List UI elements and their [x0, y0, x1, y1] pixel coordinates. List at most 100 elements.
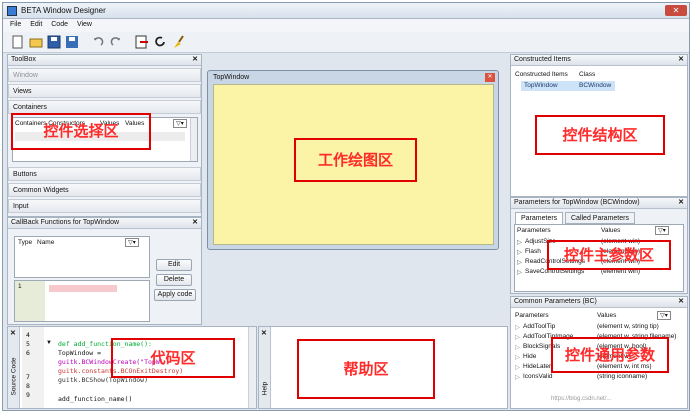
- close-icon[interactable]: ✕: [192, 55, 198, 63]
- callback-table: Type Name ▽▾: [14, 236, 150, 278]
- callback-header: CallBack Functions for TopWindow ✕: [8, 218, 201, 229]
- code-line: add_function_name(): [58, 395, 133, 403]
- save-as-icon[interactable]: [65, 35, 79, 49]
- annotation-common-params: 控件通用参数: [551, 337, 669, 373]
- param-name[interactable]: Flash: [525, 248, 541, 255]
- close-icon[interactable]: ✕: [192, 218, 198, 226]
- edit-button[interactable]: Edit: [156, 259, 192, 271]
- undo-icon[interactable]: [91, 35, 105, 49]
- param-name[interactable]: AddToolTip: [523, 323, 555, 330]
- tab-parameters[interactable]: Parameters: [515, 212, 564, 224]
- filter-icon[interactable]: ▽▾: [655, 226, 669, 235]
- param-name[interactable]: IconsValid: [523, 373, 553, 380]
- scrollbar[interactable]: [248, 327, 256, 408]
- scrollbar[interactable]: [190, 118, 197, 161]
- app-window: BETA Window Designer ✕ File Edit Code Vi…: [2, 2, 690, 411]
- annotation-widget-select: 控件选择区: [11, 113, 151, 150]
- expand-icon[interactable]: ▷: [517, 258, 522, 266]
- toolbox-buttons-section[interactable]: Buttons: [8, 167, 201, 181]
- constructed-item-class: BCWindow: [579, 82, 612, 89]
- constructed-header: Constructed Items ✕: [511, 55, 687, 66]
- col-parameters: Parameters: [515, 312, 549, 319]
- param-name[interactable]: Hide: [523, 353, 536, 360]
- title-bar: BETA Window Designer ✕: [3, 3, 689, 19]
- toolbox-window-section[interactable]: Window: [8, 68, 201, 82]
- expand-icon[interactable]: ▷: [515, 343, 520, 351]
- annotation-main-params: 控件主参数区: [547, 240, 671, 270]
- menu-view[interactable]: View: [77, 21, 92, 28]
- common-header: Common Parameters (BC) ✕: [511, 297, 687, 308]
- export-icon[interactable]: [135, 35, 149, 49]
- toolbox-containers-section[interactable]: Containers: [8, 100, 201, 114]
- expand-icon[interactable]: ▷: [515, 333, 520, 341]
- line-number: 8: [26, 382, 30, 390]
- constructed-title: Constructed Items: [514, 56, 571, 63]
- app-icon: [7, 6, 17, 16]
- callback-panel: CallBack Functions for TopWindow ✕ Type N…: [7, 217, 202, 325]
- param-value: (string iconname): [597, 373, 648, 380]
- menu-edit[interactable]: Edit: [30, 21, 42, 28]
- clear-brush-icon[interactable]: [171, 35, 185, 49]
- refresh-icon[interactable]: [153, 35, 167, 49]
- parameters-title: Parameters for TopWindow (BCWindow): [514, 199, 640, 206]
- toolbox-common-widgets-section[interactable]: Common Widgets: [8, 183, 201, 197]
- param-name[interactable]: HideLater: [523, 363, 551, 370]
- expand-icon[interactable]: ▷: [515, 373, 520, 381]
- close-icon[interactable]: ✕: [678, 198, 684, 206]
- filter-icon[interactable]: ▽▾: [173, 119, 187, 128]
- expand-icon[interactable]: ▷: [515, 363, 520, 371]
- expand-icon[interactable]: ▷: [517, 268, 522, 276]
- code-line: TopWindow =: [58, 349, 102, 357]
- expand-icon[interactable]: ▷: [517, 248, 522, 256]
- parameters-header: Parameters for TopWindow (BCWindow) ✕: [511, 198, 687, 209]
- menu-code[interactable]: Code: [51, 21, 68, 28]
- toolbar: [3, 32, 689, 53]
- source-code-label: Source Code: [10, 357, 18, 396]
- col-parameters: Parameters: [517, 227, 551, 234]
- col-type: Type: [18, 239, 33, 246]
- delete-button[interactable]: Delete: [156, 274, 192, 286]
- help-side-tab[interactable]: ✕ Help: [259, 327, 271, 408]
- new-file-icon[interactable]: [11, 35, 25, 49]
- expand-icon[interactable]: ▷: [517, 238, 522, 246]
- close-icon[interactable]: ✕: [10, 329, 16, 337]
- window-title: BETA Window Designer: [21, 6, 106, 15]
- annotation-work-draw: 工作绘图区: [294, 138, 417, 182]
- redo-icon[interactable]: [109, 35, 123, 49]
- line-number: 5: [26, 340, 30, 348]
- line-number: 6: [26, 349, 30, 357]
- fold-icon[interactable]: ▼: [46, 340, 52, 346]
- menu-bar: File Edit Code View: [3, 19, 689, 32]
- close-window-button[interactable]: ✕: [665, 5, 687, 16]
- col-values: Values: [597, 312, 617, 319]
- expand-icon[interactable]: ▷: [515, 323, 520, 331]
- close-icon[interactable]: ✕: [678, 297, 684, 305]
- line-number: 4: [26, 331, 30, 339]
- line-number: 1: [18, 283, 22, 290]
- work-canvas: TopWindow ✕: [203, 54, 509, 325]
- annotation-help: 帮助区: [297, 339, 435, 399]
- close-icon[interactable]: ✕: [678, 55, 684, 63]
- expand-icon[interactable]: ▷: [515, 353, 520, 361]
- help-label: Help: [261, 381, 269, 396]
- menu-file[interactable]: File: [10, 21, 21, 28]
- callback-title: CallBack Functions for TopWindow: [11, 219, 120, 226]
- callback-code-editor[interactable]: 1: [14, 280, 150, 322]
- toolbox-views-section[interactable]: Views: [8, 84, 201, 98]
- line-number: 7: [26, 373, 30, 381]
- watermark: https://blog.csdn.net/...: [551, 396, 612, 402]
- apply-code-button[interactable]: Apply code: [154, 289, 196, 301]
- close-icon[interactable]: ✕: [485, 73, 495, 82]
- close-icon[interactable]: ✕: [261, 329, 267, 337]
- toolbox-title: ToolBox: [11, 56, 36, 63]
- top-window-title: TopWindow: [213, 74, 250, 81]
- tab-called-parameters[interactable]: Called Parameters: [565, 212, 635, 224]
- annotation-widget-struct: 控件结构区: [535, 115, 665, 155]
- open-folder-icon[interactable]: [29, 35, 43, 49]
- source-code-side-tab[interactable]: ✕ Source Code: [8, 327, 20, 408]
- filter-icon[interactable]: ▽▾: [125, 238, 139, 247]
- save-icon[interactable]: [47, 35, 61, 49]
- toolbox-header: ToolBox ✕: [8, 55, 201, 66]
- toolbox-input-section[interactable]: Input: [8, 199, 201, 213]
- filter-icon[interactable]: ▽▾: [657, 311, 671, 320]
